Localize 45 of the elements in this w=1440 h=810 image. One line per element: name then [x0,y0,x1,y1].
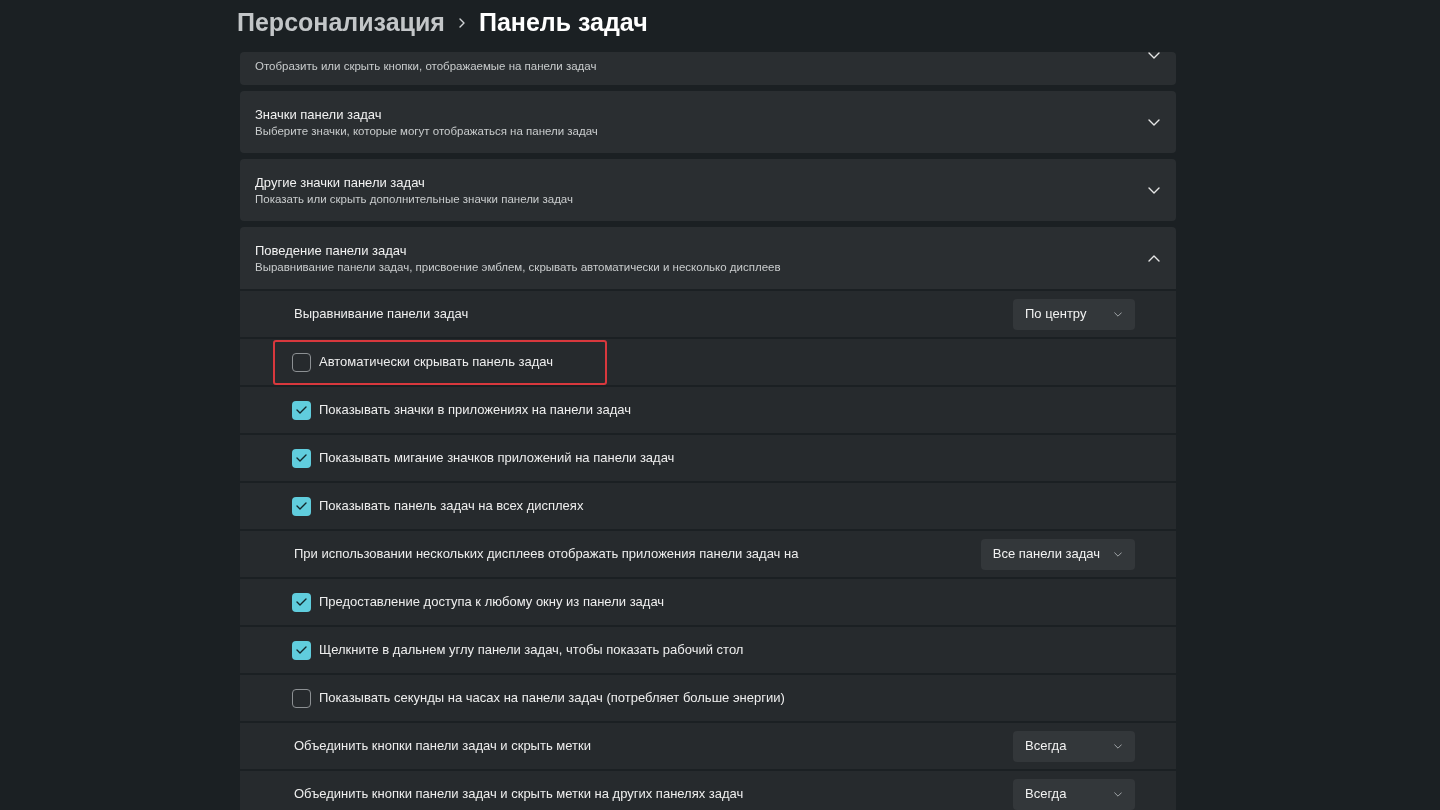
section-description: Отобразить или скрыть кнопки, отображаемые на панели задач [255,59,597,74]
setting-label: При использовании нескольких дисплеев отображать приложения панели задач на [294,545,799,564]
checkmark-icon [296,406,307,414]
dropdown[interactable]: По центру [1013,298,1135,330]
section-title: Другие значки панели задач [255,173,426,192]
section-description: Выберите значки, которые могут отображаться на панели задач [255,123,598,139]
checkbox[interactable] [292,496,311,516]
section-header[interactable]: Отобразить или скрыть кнопки, отображаемые на панели задач [240,52,1176,85]
dropdown[interactable]: Все панели задач [980,538,1135,570]
section-header[interactable]: Другие значки панели задач Показать или скрыть дополнительные значки панели задач [240,159,1176,221]
setting-label: Выравнивание панели задач [294,305,469,324]
checkbox[interactable] [292,688,311,708]
checkbox-label: Показывать мигание значков приложений на панели задач [319,449,675,468]
section-description: Выравнивание панели задач, присвоение эмблем, скрывать автоматически и несколько дисплеев [255,259,781,275]
checkmark-icon [296,502,307,510]
dropdown[interactable]: Всегда [1013,730,1135,762]
checkbox[interactable] [292,640,311,660]
checkbox-label: Предоставление доступа к любому окну из панели задач [319,593,665,612]
checkmark-icon [296,598,307,606]
section-header[interactable]: Поведение панели задач Выравнивание панели задач, присвоение эмблем, скрывать автоматически и несколько дисплеев [240,227,1176,289]
checkbox-label: Щелкните в дальнем углу панели задач, чтобы показать рабочий стол [319,641,744,660]
dropdown[interactable]: Всегда [1013,778,1135,810]
checkbox-label: Показывать значки в приложениях на панели задач [319,401,631,420]
chevron-down-icon [1114,791,1122,797]
checkmark-icon [296,454,307,462]
setting-label: Объединить кнопки панели задач и скрыть метки [294,737,591,756]
chevron-down-icon [1114,311,1122,317]
setting-label: Объединить кнопки панели задач и скрыть метки на других панелях задач [294,785,744,804]
checkmark-icon [296,646,307,654]
breadcrumb-chevron-icon [458,18,465,28]
chevron-down-icon [1114,743,1122,749]
checkbox-label: Показывать секунды на часах на панели задач (потребляет больше энергии) [319,689,785,708]
checkbox[interactable] [292,448,311,468]
checkbox[interactable] [292,592,311,612]
chevron-down-icon [1114,551,1122,557]
breadcrumb-link[interactable]: Персонализация [237,4,445,42]
page-title: Панель задач [478,7,648,39]
checkbox-label: Показывать панель задач на всех дисплеях [319,497,584,516]
checkbox[interactable] [292,352,311,372]
checkbox[interactable] [292,400,311,420]
section-title: Значки панели задач [255,105,383,124]
checkbox-label: Автоматически скрывать панель задач [319,353,553,372]
section-description: Показать или скрыть дополнительные значки панели задач [255,191,573,207]
section-header[interactable]: Значки панели задач Выберите значки, которые могут отображаться на панели задач [240,91,1176,153]
section-title: Поведение панели задач [255,241,408,260]
